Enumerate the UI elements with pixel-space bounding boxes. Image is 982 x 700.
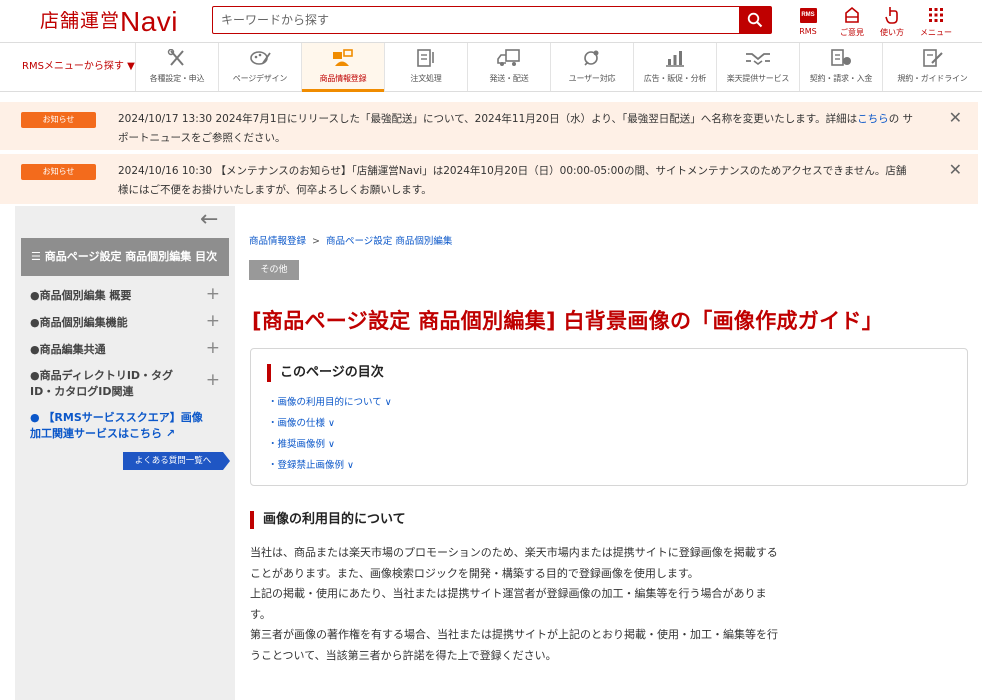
menu-item-user-support[interactable]: ユーザー対応: [551, 43, 634, 91]
page-title: [商品ページ設定 商品個別編集] 白背景画像の「画像作成ガイド」: [252, 309, 883, 333]
paragraph: 第三者が画像の著作権を有する場合、当社または提携サイトが上記のとおり掲載・使用・…: [250, 628, 778, 662]
notice-banner: お知らせ 2024/10/17 13:30 2024年7月1日にリリースした「最…: [0, 102, 978, 150]
close-icon[interactable]: ✕: [949, 108, 962, 127]
feedback-icon: [845, 6, 859, 23]
guideline-icon: [922, 49, 943, 67]
menu-item-contract[interactable]: 契約・請求・入金: [800, 43, 883, 91]
product-icon: [333, 49, 353, 66]
rms-icon: RMS: [799, 7, 817, 23]
toc-link[interactable]: ・推奨画像例 ∨: [268, 436, 335, 450]
expand-icon[interactable]: +: [206, 338, 220, 358]
menu-item-settings[interactable]: 各種設定・申込: [136, 43, 219, 91]
feedback-link[interactable]: ご意見: [832, 6, 872, 38]
search-button[interactable]: [739, 7, 771, 33]
paragraph: 上記の掲載・使用にあたり、当社または提携サイト運営者が登録画像の加工・編集等を行…: [250, 587, 767, 621]
category-tag: その他: [249, 260, 299, 280]
notice-badge: お知らせ: [21, 112, 96, 128]
sidebar: ← ☰ 商品ページ設定 商品個別編集 目次 ●商品個別編集 概要 + ●商品個別編…: [15, 206, 235, 700]
shipping-icon: [497, 49, 520, 66]
paragraph: 当社は、商品または楽天市場のプロモーションのため、楽天市場内または提携サイトに登…: [250, 546, 778, 580]
toc-link[interactable]: ・画像の利用目的について ∨: [268, 394, 392, 408]
menu-item-service[interactable]: 楽天提供サービス: [717, 43, 800, 91]
notice-link[interactable]: こちら: [857, 113, 889, 125]
notice-badge: お知らせ: [21, 164, 96, 180]
faq-button[interactable]: よくある質問一覧へ: [123, 452, 230, 470]
sidebar-item-features[interactable]: ●商品個別編集機能 +: [30, 311, 230, 331]
category-menubar: RMSメニューから探す ▼ 各種設定・申込 ページデザイン 商品情報登録 注文処…: [0, 42, 982, 92]
menu-link[interactable]: メニュー: [916, 6, 956, 38]
top-header: 店舗運営Navi RMS RMS ご意見 使い方 メニュー: [0, 0, 982, 42]
site-logo[interactable]: 店舗運営Navi: [40, 6, 178, 38]
sidebar-toc-header[interactable]: ☰ 商品ページ設定 商品個別編集 目次: [21, 238, 229, 276]
back-arrow-icon[interactable]: ←: [200, 206, 218, 234]
design-icon: [250, 51, 271, 65]
section-body: 当社は、商品または楽天市場のプロモーションのため、楽天市場内または提携サイトに登…: [250, 543, 780, 666]
order-icon: [417, 49, 434, 67]
notice-text: 2024/10/16 10:30 【メンテナンスのお知らせ】「店舗運営Navi」…: [118, 165, 907, 196]
service-icon: [746, 53, 770, 65]
howto-icon: [885, 7, 898, 24]
menu-item-design[interactable]: ページデザイン: [219, 43, 302, 91]
sidebar-item-directory-id[interactable]: ●商品ディレクトリID・タグID・カタログID関連 +: [30, 368, 220, 400]
notice-text: 2024/10/17 13:30 2024年7月1日にリリースした「最強配送」に…: [118, 113, 914, 144]
contract-icon: [831, 49, 851, 66]
search-box: [212, 6, 772, 34]
breadcrumb-link[interactable]: 商品情報登録: [249, 236, 306, 247]
menu-item-product[interactable]: 商品情報登録: [302, 43, 385, 92]
breadcrumb: 商品情報登録 > 商品ページ設定 商品個別編集: [249, 236, 453, 247]
tools-icon: [167, 49, 184, 66]
close-icon[interactable]: ✕: [949, 160, 962, 179]
breadcrumb-link[interactable]: 商品ページ設定 商品個別編集: [326, 236, 452, 247]
sidebar-item-common[interactable]: ●商品編集共通 +: [30, 338, 230, 358]
rms-link[interactable]: RMS RMS: [788, 6, 828, 36]
toc-link[interactable]: ・画像の仕様 ∨: [268, 415, 335, 429]
expand-icon[interactable]: +: [206, 372, 220, 389]
expand-icon[interactable]: +: [206, 311, 220, 331]
user-support-icon: [584, 50, 599, 66]
analytics-icon: [666, 51, 684, 67]
menu-item-shipping[interactable]: 発送・配送: [468, 43, 551, 91]
notice-banner: お知らせ 2024/10/16 10:30 【メンテナンスのお知らせ】「店舗運営…: [0, 154, 978, 204]
menu-item-order[interactable]: 注文処理: [385, 43, 468, 91]
expand-icon[interactable]: +: [206, 284, 220, 304]
page-toc: このページの目次 ・画像の利用目的について ∨ ・画像の仕様 ∨ ・推奨画像例 …: [250, 348, 968, 486]
toc-link[interactable]: ・登録禁止画像例 ∨: [268, 457, 354, 471]
rms-menu-dropdown[interactable]: RMSメニューから探す ▼: [0, 43, 136, 91]
sidebar-item-overview[interactable]: ●商品個別編集 概要 +: [30, 284, 230, 304]
menu-item-guideline[interactable]: 規約・ガイドライン: [883, 43, 982, 91]
toc-title: このページの目次: [267, 364, 384, 382]
search-icon: [747, 12, 763, 28]
howto-link[interactable]: 使い方: [872, 6, 912, 38]
menu-grid-icon: [929, 8, 943, 22]
section-title: 画像の利用目的について: [250, 511, 406, 529]
menu-item-analytics[interactable]: 広告・販促・分析: [634, 43, 717, 91]
sidebar-item-service-square[interactable]: ● 【RMSサービススクエア】画像加工関連サービスはこちら ↗: [30, 410, 210, 442]
search-input[interactable]: [213, 7, 739, 33]
